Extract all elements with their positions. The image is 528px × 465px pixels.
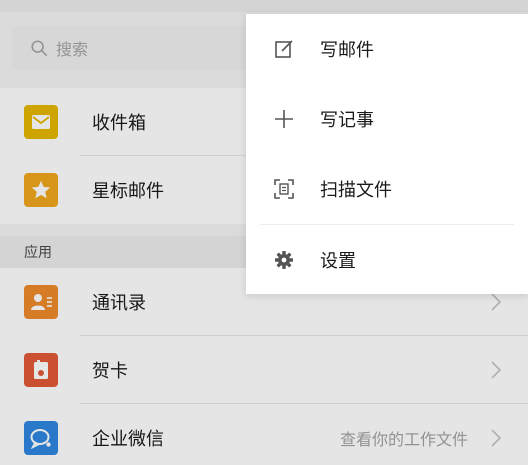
- search-icon: [31, 40, 48, 57]
- list-item-label: 通讯录: [92, 293, 146, 314]
- chevron-right-icon: [491, 361, 502, 379]
- contacts-icon: [24, 285, 58, 319]
- star-icon: [24, 173, 58, 207]
- list-item-label: 贺卡: [92, 361, 128, 382]
- popup-menu: 写邮件 写记事 扫描文件 设置: [246, 14, 528, 294]
- search-placeholder: 搜索: [56, 40, 89, 59]
- gear-icon: [275, 251, 293, 269]
- list-item-greeting-card[interactable]: 贺卡: [0, 336, 528, 404]
- scan-icon: [274, 179, 294, 199]
- plus-icon: [275, 110, 293, 128]
- search-bar[interactable]: 搜索: [12, 26, 264, 70]
- list-item-label: 星标邮件: [92, 181, 164, 202]
- menu-item-label: 写邮件: [320, 40, 374, 61]
- list-item-label: 收件箱: [92, 113, 146, 134]
- wecom-icon: [24, 421, 58, 455]
- menu-item-label: 扫描文件: [320, 180, 392, 201]
- list-item-subtitle: 查看你的工作文件: [339, 430, 468, 449]
- card-icon: [24, 353, 58, 387]
- menu-item-scan-file[interactable]: 扫描文件: [246, 154, 528, 224]
- list-item-label: 企业微信: [92, 429, 164, 450]
- chevron-right-icon: [491, 293, 502, 311]
- mail-app-screen: 搜索 收件箱 星标邮件 应用 通讯录 贺卡 企业微信 查看你的工作文件 写邮件 …: [0, 0, 528, 465]
- list-item-wecom[interactable]: 企业微信 查看你的工作文件: [0, 404, 528, 465]
- section-label: 应用: [24, 245, 52, 261]
- envelope-icon: [24, 105, 58, 139]
- menu-item-settings[interactable]: 设置: [246, 225, 528, 295]
- menu-item-label: 写记事: [320, 110, 374, 131]
- menu-item-compose-mail[interactable]: 写邮件: [246, 14, 528, 84]
- menu-item-label: 设置: [320, 251, 356, 272]
- edit-icon: [275, 40, 293, 58]
- top-strip: [0, 0, 528, 12]
- menu-item-new-note[interactable]: 写记事: [246, 84, 528, 154]
- chevron-right-icon: [491, 429, 502, 447]
